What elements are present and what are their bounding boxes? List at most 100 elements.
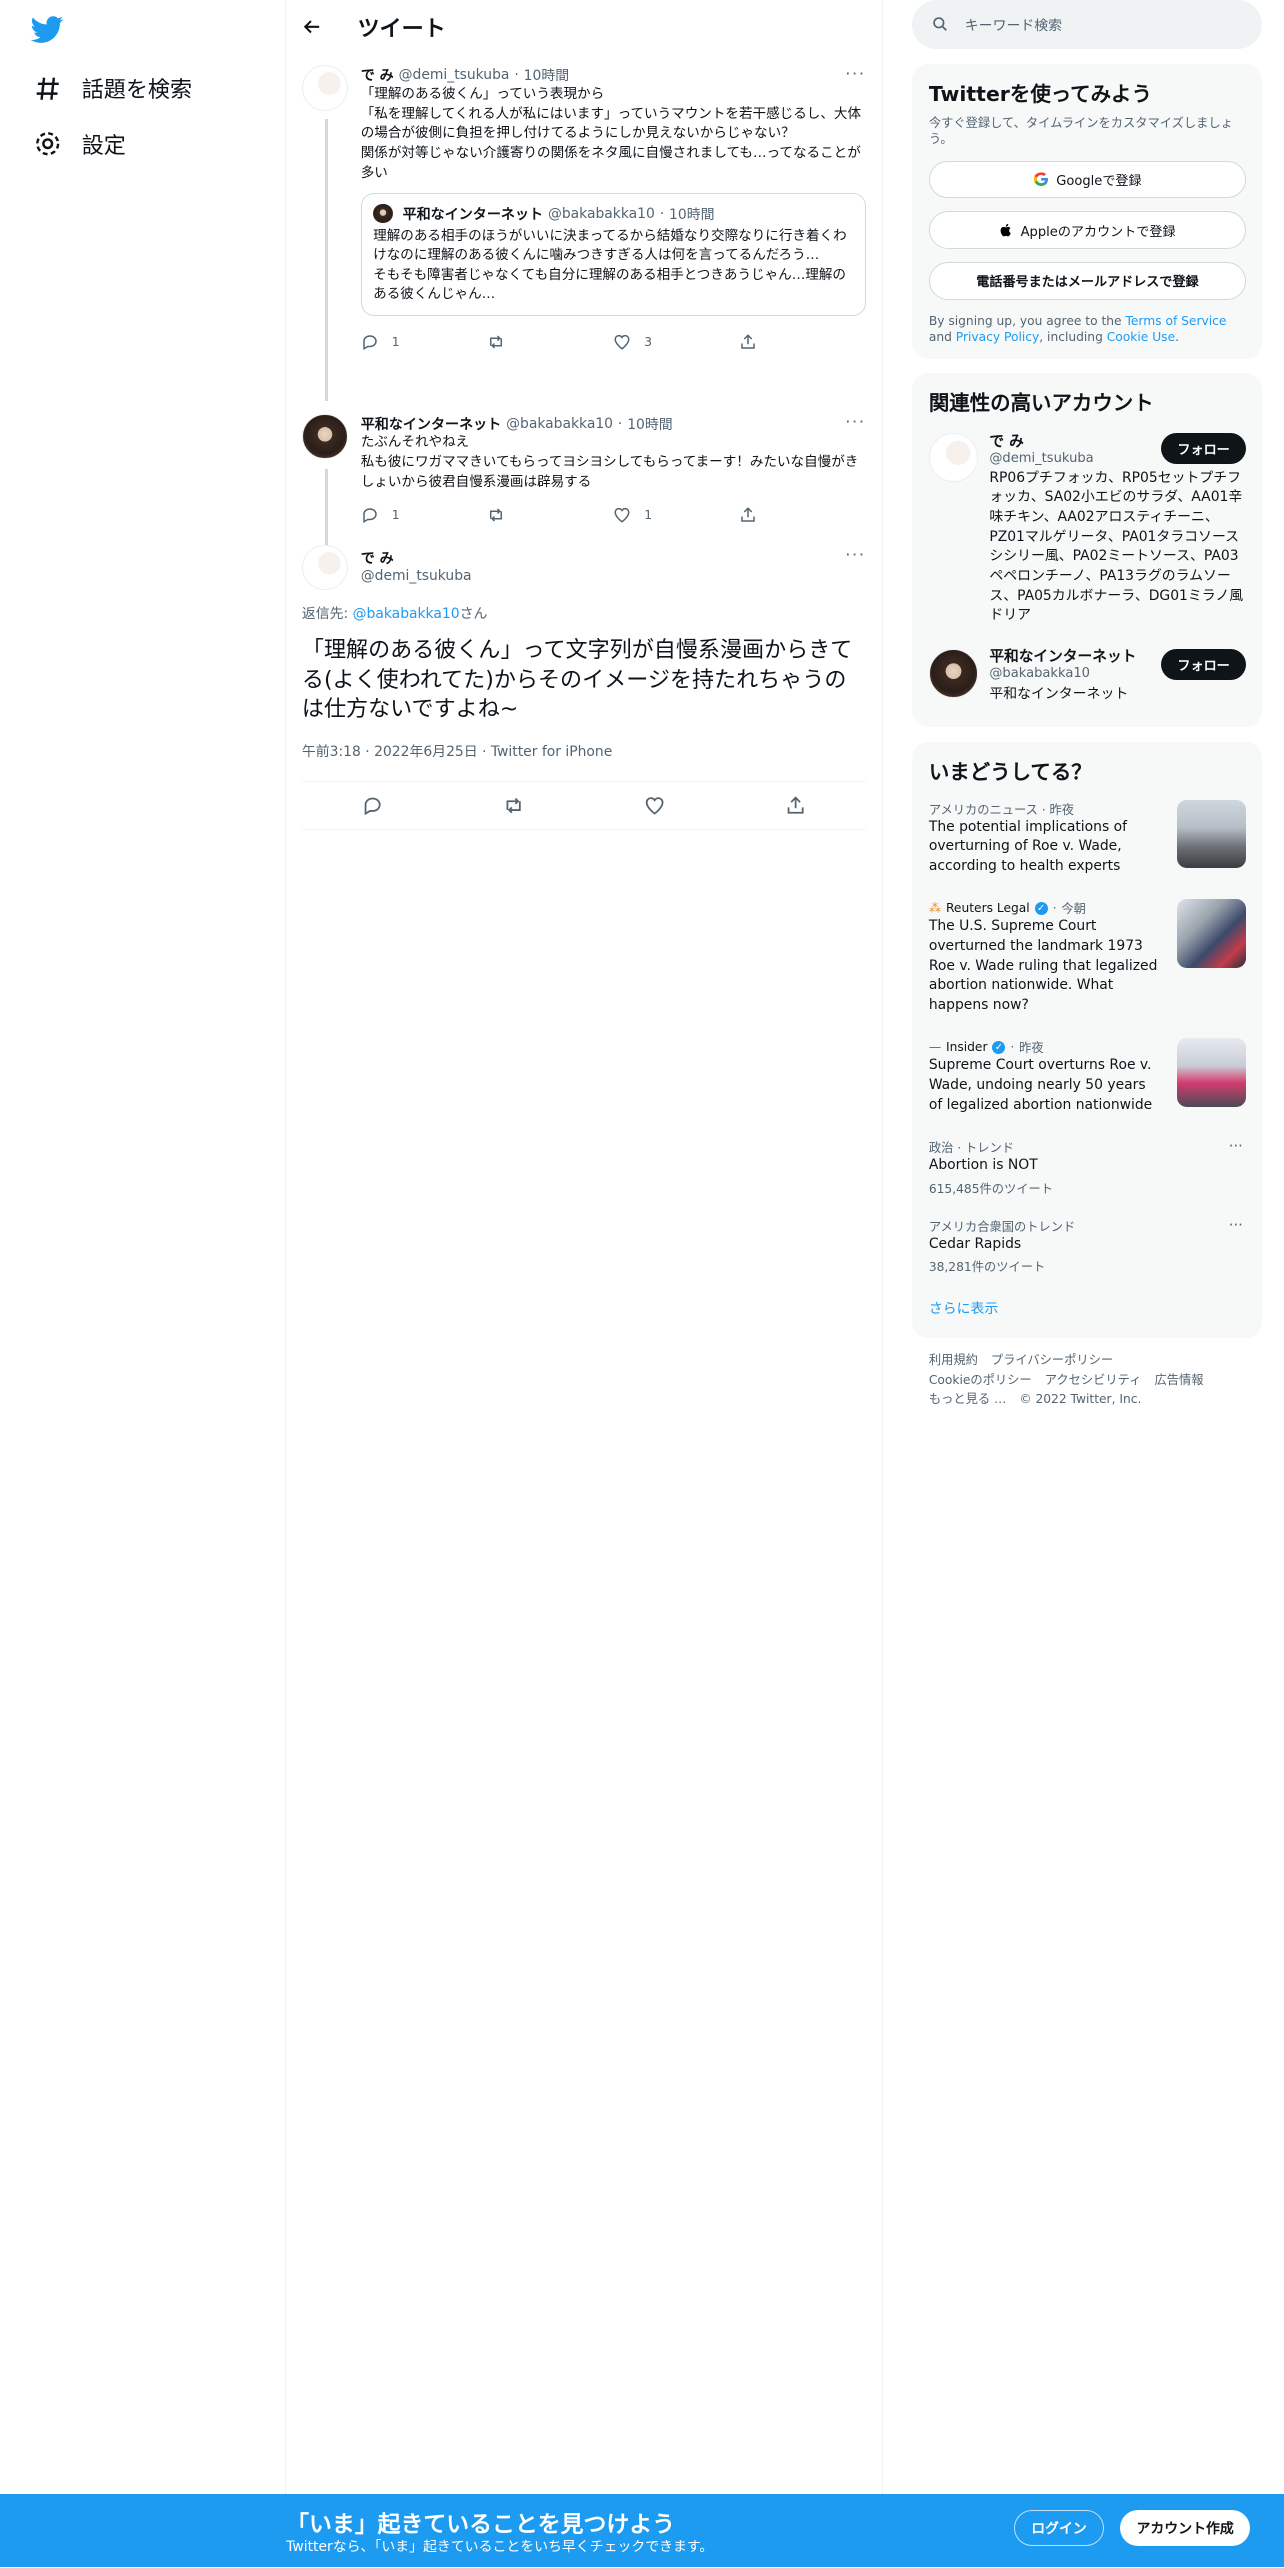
nav-settings[interactable]: 設定 — [20, 118, 139, 170]
avatar[interactable] — [928, 648, 978, 698]
search-input[interactable]: キーワード検索 — [965, 15, 1062, 35]
related-accounts-card: 関連性の高いアカウント で み @demi_tsukuba フォロー RP06プ… — [912, 373, 1263, 728]
more-icon[interactable]: ··· — [1229, 1138, 1243, 1155]
copyright: © 2022 Twitter, Inc. — [1019, 1392, 1142, 1407]
retweet-button[interactable] — [487, 333, 613, 351]
tweet-actions: 1 1 — [361, 495, 866, 534]
trend-category: アメリカ合衆国のトレンド — [928, 1219, 1076, 1234]
tweet-line: 関係が対等じゃない介護寄りの関係をネタ風に自慢されましても…ってなることが多い — [360, 144, 861, 181]
create-account-button[interactable]: アカウント作成 — [1120, 2510, 1251, 2547]
insider-logo-icon: — — [928, 1040, 942, 1055]
trend-item[interactable]: 政治 · トレンド Abortion is NOT 615,485件のツイート … — [929, 1138, 1246, 1197]
follow-button[interactable]: フォロー — [1161, 432, 1247, 464]
footer-terms-link[interactable]: 利用規約 — [929, 1353, 978, 1367]
footer-privacy-link[interactable]: プライバシーポリシー — [991, 1353, 1113, 1367]
related-account[interactable]: で み @demi_tsukuba フォロー RP06プチフォッカ、RP05セッ… — [928, 430, 1247, 626]
like-count: 1 — [644, 508, 653, 523]
nav-explore[interactable]: 話題を検索 — [20, 62, 206, 114]
tweet-line: 「理解のある彼くん」っていう表現から — [360, 86, 605, 102]
footer-accessibility-link[interactable]: アクセシビリティ — [1045, 1373, 1142, 1387]
signup-subtitle: 今すぐ登録して、タイムラインをカスタマイズしましょう。 — [928, 116, 1233, 147]
like-button[interactable]: 3 — [613, 333, 739, 351]
trend-title: Abortion is NOT — [928, 1157, 1038, 1174]
privacy-link[interactable]: Privacy Policy — [956, 330, 1039, 344]
more-icon[interactable]: ··· — [1229, 1217, 1243, 1234]
tweet-line: 私も彼にワガママきいてもらってヨシヨシしてもらってまーす！みたいな自慢がきしょい… — [360, 453, 859, 490]
login-button[interactable]: ログイン — [1013, 2510, 1105, 2547]
footer-ads-link[interactable]: 広告情報 — [1154, 1373, 1203, 1387]
more-icon[interactable]: ··· — [845, 64, 866, 83]
tweet-2[interactable]: ··· 平和なインターネット @bakabakka10 · 10時間 たぶんそれやねえ… — [286, 401, 883, 545]
header: ツイート — [286, 0, 883, 54]
author-name[interactable]: で み — [361, 65, 394, 85]
quote-tweet[interactable]: 平和なインターネット @bakabakka10 · 10時間 理解のある相手のほうがい… — [360, 192, 866, 316]
terms-link[interactable]: Terms of Service — [1125, 314, 1226, 328]
avatar[interactable] — [928, 432, 978, 482]
retweet-icon[interactable] — [503, 795, 524, 816]
tweet-time[interactable]: 10時間 — [627, 414, 672, 434]
footer-cookie-link[interactable]: Cookieのポリシー — [929, 1373, 1032, 1387]
footer-more-link[interactable]: もっと見る … — [929, 1392, 1006, 1406]
phone-email-signup-button[interactable]: 電話番号またはメールアドレスで登録 — [928, 262, 1247, 300]
quote-time: 10時間 — [669, 206, 715, 223]
page-title: ツイート — [357, 16, 446, 42]
like-button[interactable]: 1 — [613, 506, 739, 524]
reply-context: 返信先: @bakabakka10さん — [302, 603, 866, 623]
footer: 利用規約 プライバシーポリシー Cookieのポリシー アクセシビリティ 広告情報 も… — [912, 1338, 1262, 1423]
tweet-timestamp[interactable]: 午前3:18 · 2022年6月25日 · Twitter for iPhone — [302, 741, 866, 781]
nav-settings-label: 設定 — [81, 133, 126, 159]
trend-source: Reuters Legal — [945, 901, 1030, 916]
trend-time: 昨夜 — [1019, 1041, 1044, 1056]
author-name[interactable]: 平和なインターネット — [361, 414, 501, 434]
trend-item[interactable]: — Insider ✓ · 昨夜 Supreme Court overturns Roe… — [928, 1038, 1247, 1115]
tweet-time[interactable]: 10時間 — [524, 65, 569, 85]
quote-avatar — [373, 203, 393, 224]
reply-button[interactable]: 1 — [361, 506, 487, 524]
show-more-link[interactable]: さらに表示 — [929, 1301, 998, 1317]
back-arrow-icon[interactable] — [302, 17, 322, 37]
reply-button[interactable]: 1 — [361, 333, 487, 351]
share-button[interactable] — [739, 333, 865, 351]
more-icon[interactable]: ··· — [845, 545, 866, 564]
tweet-text: 「理解のある彼くん」っていう表現から 「私を理解してくれる人が私にはいます」って… — [361, 85, 866, 183]
follow-button[interactable]: フォロー — [1161, 648, 1247, 680]
reply-to-link[interactable]: @bakabakka10 — [353, 606, 460, 622]
tweet-1[interactable]: ··· で み @demi_tsukuba · 10時間 「理解のある彼くん」っていう… — [286, 54, 883, 401]
share-icon[interactable] — [785, 795, 806, 816]
author-handle[interactable]: @demi_tsukuba — [399, 67, 510, 83]
reply-count: 1 — [391, 335, 400, 350]
google-signup-button[interactable]: Googleで登録 — [928, 160, 1247, 199]
avatar[interactable] — [301, 65, 348, 112]
signup-title: Twitterを使ってみよう — [928, 81, 1152, 106]
heart-icon — [614, 507, 630, 523]
heart-icon[interactable] — [644, 795, 665, 816]
author-name[interactable]: で み — [361, 548, 866, 568]
cookie-link[interactable]: Cookie Use — [1107, 330, 1175, 344]
nav-explore-label: 話題を検索 — [81, 78, 193, 104]
author-handle[interactable]: @bakabakka10 — [506, 416, 613, 432]
trend-item[interactable]: アメリカ合衆国のトレンド Cedar Rapids 38,281件のツイート ·… — [929, 1217, 1246, 1276]
reply-suffix: さん — [459, 606, 488, 623]
phone-email-signup-label: 電話番号またはメールアドレスで登録 — [976, 275, 1199, 291]
verified-icon: ✓ — [1034, 901, 1048, 915]
related-account[interactable]: 平和なインターネット @bakabakka10 フォロー 平和なインターネット — [928, 645, 1247, 710]
trend-time: 今朝 — [1061, 902, 1086, 917]
trend-title: The U.S. Supreme Court overturned the la… — [928, 918, 1158, 1013]
search-bar[interactable]: キーワード検索 — [912, 0, 1263, 50]
share-button[interactable] — [739, 506, 865, 524]
avatar[interactable] — [301, 544, 348, 591]
more-icon[interactable]: ··· — [845, 412, 866, 431]
reply-icon[interactable] — [362, 795, 383, 816]
google-icon — [1034, 172, 1049, 187]
retweet-button[interactable] — [487, 506, 613, 524]
twitter-logo-icon[interactable] — [31, 13, 64, 46]
quote-line: そもそも障害者じゃなくても自分に理解のある相手とつきあうじゃん…理解のある彼くん… — [373, 266, 846, 303]
trend-item[interactable]: ⁂ Reuters Legal ✓ · 今朝 The U.S. Supreme Cour… — [928, 899, 1247, 1015]
main-column: ツイート ··· で み @demi_tsukuba · 10時間 「理解のある彼くん… — [284, 0, 884, 2494]
retweet-icon — [489, 508, 502, 522]
avatar[interactable] — [301, 413, 348, 460]
apple-signup-button[interactable]: Appleのアカウントで登録 — [928, 211, 1247, 250]
bottom-headline: 「いま」起きていることを見つけよう — [286, 2512, 676, 2539]
author-handle[interactable]: @demi_tsukuba — [361, 568, 866, 584]
trend-item[interactable]: アメリカのニュース · 昨夜 The potential implication… — [929, 799, 1247, 877]
